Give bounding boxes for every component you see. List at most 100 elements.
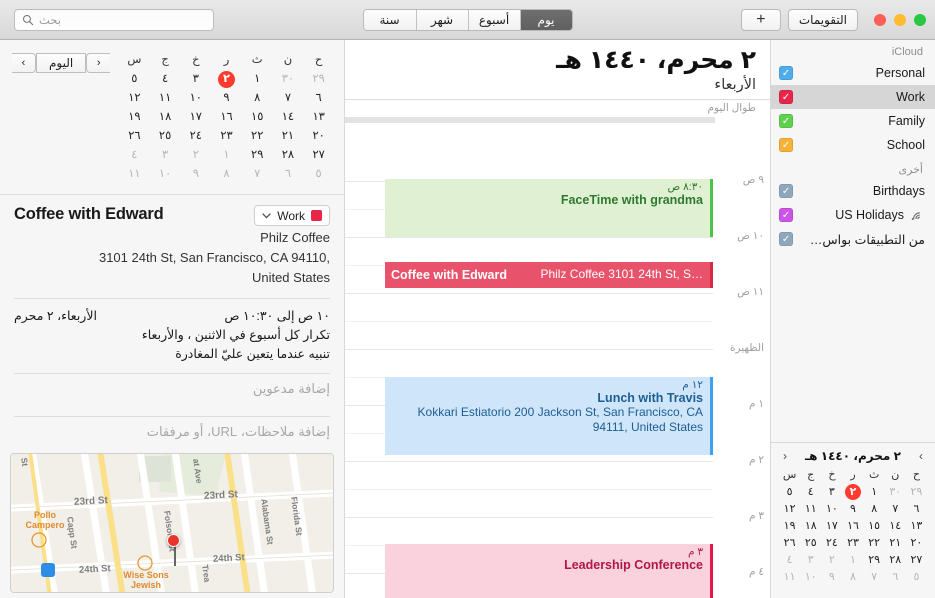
mini-calendar-day[interactable]: ٢٣ (842, 535, 863, 551)
mini-calendar-day[interactable]: ١٦ (842, 518, 863, 534)
mini-calendar-day-selected[interactable]: ٢ (842, 484, 863, 500)
day-view-grid[interactable]: ٩ ص ١٠ ص ١١ ص الظهيرة ١ م ٢ م ٣ م ٤ م ٨:٣٠ ص Fac… (345, 171, 770, 598)
mini-calendar-day[interactable]: ٦ (273, 166, 304, 183)
mini-calendar-day[interactable]: ٦ (885, 569, 906, 585)
mini-calendar-day[interactable]: ٦ (906, 501, 927, 517)
calendar-event[interactable]: ١٢ م Lunch with Travis Kokkari Estiatorio … (385, 377, 713, 455)
calendar-checkbox[interactable]: ✓ (779, 66, 793, 80)
mini-calendar-day[interactable]: ٢ (180, 147, 211, 164)
mini-calendar-day[interactable]: ١٨ (800, 518, 821, 534)
calendar-checkbox[interactable]: ✓ (779, 208, 793, 222)
calendar-list-item[interactable]: ✓ Work (771, 85, 935, 109)
mini-calendar-day[interactable]: ٨ (211, 166, 242, 183)
mini-calendar-day[interactable]: ١١ (150, 90, 181, 107)
mini-calendar-day[interactable]: ٧ (885, 501, 906, 517)
mini-calendar-day[interactable]: ١٣ (906, 518, 927, 534)
mini-calendar-day[interactable]: ٩ (821, 569, 842, 585)
mini-prev-month-button[interactable]: ‹ (783, 449, 787, 463)
mini-calendar-day[interactable]: ٤ (119, 147, 150, 164)
calendar-list-item[interactable]: ✓ School (771, 133, 935, 157)
mini-calendar-day[interactable]: ١٠ (821, 501, 842, 517)
calendar-event[interactable]: ٨:٣٠ ص FaceTime with grandma (385, 179, 713, 237)
mini-calendar-day[interactable]: ٥ (303, 166, 334, 183)
mini-calendar-day[interactable]: ١٩ (119, 109, 150, 126)
mini-calendar-day[interactable]: ٢٧ (906, 552, 927, 568)
event-date-time-row[interactable]: الأربعاء، ٢ محرم ١٠ ص إلى ١٠:٣٠ ص (14, 308, 330, 323)
close-button[interactable] (874, 13, 886, 26)
search-input[interactable]: بحث (14, 8, 214, 31)
mini-calendar-day[interactable]: ١١ (779, 569, 800, 585)
view-segmented-control[interactable]: يوم أسبوع شهر سنة (362, 8, 573, 31)
add-notes-field[interactable]: إضافة ملاحظات، URL، أو مرفقات (14, 417, 330, 447)
mini-calendar-day[interactable]: ٩ (211, 90, 242, 107)
mini-calendar-day[interactable]: ١٠ (150, 166, 181, 183)
mini-calendar-day[interactable]: ٨ (842, 569, 863, 585)
mini-calendar-day[interactable]: ٢١ (273, 128, 304, 145)
mini-calendar-day[interactable]: ٢٠ (303, 128, 334, 145)
calendar-checkbox[interactable]: ✓ (779, 232, 793, 246)
mini-calendar-day[interactable]: ٢٨ (273, 147, 304, 164)
calendar-event[interactable]: Coffee with Edward Philz Coffee 3101 24th… (385, 262, 713, 288)
mini-calendar-day[interactable]: ٢٦ (779, 535, 800, 551)
calendar-checkbox[interactable]: ✓ (779, 114, 793, 128)
mini-calendar-day[interactable]: ١٧ (821, 518, 842, 534)
calendar-event[interactable]: ٣ م Leadership Conference (385, 544, 713, 598)
add-event-button[interactable]: + (740, 8, 781, 31)
mini-calendar-day[interactable]: ٤ (779, 552, 800, 568)
mini-calendar-day[interactable]: ١٨ (150, 109, 181, 126)
view-tab-week[interactable]: أسبوع (467, 9, 520, 30)
location-map[interactable]: St 23rd St 23rd St 24th St 24th St Capp … (10, 453, 334, 594)
mini-calendar-day[interactable]: ١ (211, 147, 242, 164)
calendar-list-item[interactable]: ✓ Family (771, 109, 935, 133)
calendar-list-item[interactable]: ✓ US Holidays (771, 203, 935, 227)
date-navigation-group[interactable]: ‹ اليوم › (12, 53, 111, 73)
inspector-mini-calendar-grid[interactable]: ح ن ث ر خ ج س ٢٩ ٣٠ ١ ٢ ٣ ٤ ٥ ٦ ٧ ٨ ٩ ١٠ ١١ ١٢ ١٣ ١٤ ١٥ ١٦ ١٧ ١٨ ١٩… (119, 52, 334, 183)
mini-calendar-day[interactable]: ٢٩ (864, 552, 885, 568)
mini-calendar-day[interactable]: ٦ (303, 90, 334, 107)
calendar-list-item[interactable]: ✓ من التطبيقات بواس… (771, 227, 935, 251)
mini-calendar-day[interactable]: ١٣ (303, 109, 334, 126)
mini-calendar-day[interactable]: ١٤ (885, 518, 906, 534)
mini-calendar-day[interactable]: ٣ (180, 71, 211, 88)
allday-band[interactable] (345, 116, 715, 123)
mini-calendar-day[interactable]: ١٦ (211, 109, 242, 126)
calendar-list-item[interactable]: ✓ Birthdays (771, 179, 935, 203)
mini-calendar-day[interactable]: ٢٧ (303, 147, 334, 164)
event-calendar-popup[interactable]: Work (254, 205, 330, 226)
mini-calendar-day-selected[interactable]: ٢ (211, 71, 242, 88)
mini-calendar-day[interactable]: ٨ (242, 90, 273, 107)
mini-calendar-day[interactable]: ٢٥ (800, 535, 821, 551)
mini-calendar-day[interactable]: ٢٢ (242, 128, 273, 145)
mini-calendar-day[interactable]: ١٠ (800, 569, 821, 585)
mini-calendar-day[interactable]: ٣٠ (885, 484, 906, 500)
mini-calendar-day[interactable]: ٢٠ (906, 535, 927, 551)
mini-calendar-day[interactable]: ١٢ (119, 90, 150, 107)
mini-calendar-day[interactable]: ٢١ (885, 535, 906, 551)
mini-calendar-day[interactable]: ٧ (864, 569, 885, 585)
view-tab-month[interactable]: شهر (415, 9, 468, 30)
mini-calendar-day[interactable]: ٢ (821, 552, 842, 568)
calendar-checkbox[interactable]: ✓ (779, 138, 793, 152)
mini-calendar-day[interactable]: ١ (242, 71, 273, 88)
mini-calendar-day[interactable]: ٩ (842, 501, 863, 517)
mini-calendar-day[interactable]: ٧ (273, 90, 304, 107)
view-tab-year[interactable]: سنة (363, 9, 416, 30)
mini-calendar-day[interactable]: ٢٩ (906, 484, 927, 500)
mini-calendar-day[interactable]: ٢٣ (211, 128, 242, 145)
mini-calendar-day[interactable]: ٢٤ (180, 128, 211, 145)
mini-calendar-day[interactable]: ١٢ (779, 501, 800, 517)
mini-calendar-day[interactable]: ٥ (779, 484, 800, 500)
mini-calendar-day[interactable]: ١٧ (180, 109, 211, 126)
mini-calendar-day[interactable]: ١ (842, 552, 863, 568)
mini-calendar-day[interactable]: ١٩ (779, 518, 800, 534)
previous-day-button[interactable]: ‹ (86, 53, 111, 73)
calendar-checkbox[interactable]: ✓ (779, 90, 793, 104)
mini-calendar-day[interactable]: ١٥ (242, 109, 273, 126)
mini-calendar-day[interactable]: ٤ (150, 71, 181, 88)
calendar-checkbox[interactable]: ✓ (779, 184, 793, 198)
mini-calendar-day[interactable]: ١٠ (180, 90, 211, 107)
next-day-button[interactable]: › (12, 53, 36, 73)
mini-calendar-day[interactable]: ٢٩ (303, 71, 334, 88)
mini-next-month-button[interactable]: › (919, 449, 923, 463)
mini-calendar-day[interactable]: ٣ (821, 484, 842, 500)
